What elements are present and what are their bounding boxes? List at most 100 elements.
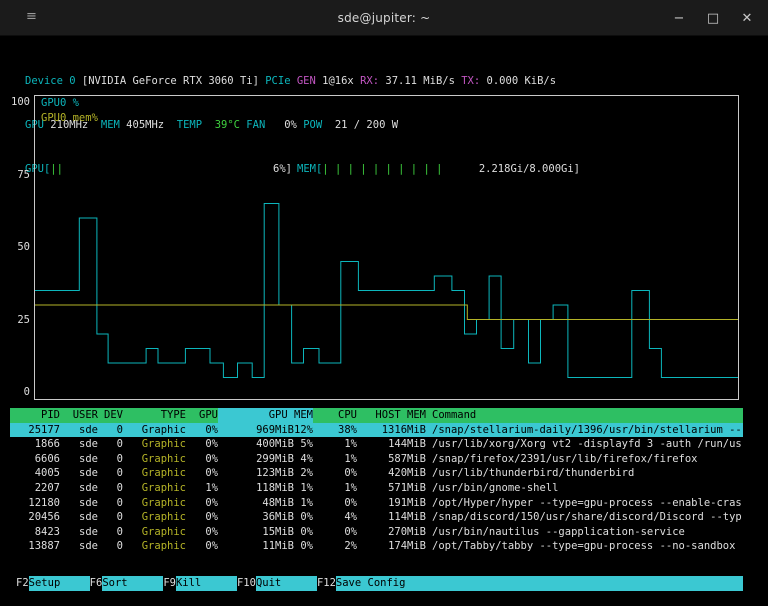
cell-dev: 0 — [98, 437, 123, 452]
cell-gpu-mem: 299MiB — [218, 452, 294, 467]
cell-command: /snap/stellarium-daily/1396/usr/bin/stel… — [426, 423, 743, 438]
text-segment: [NVIDIA GeForce RTX 3060 Ti] — [82, 75, 265, 87]
cell-user: sde — [60, 452, 98, 467]
y-tick-label: 0 — [4, 385, 30, 400]
cell-type: Graphic — [123, 525, 186, 540]
fkey-f6[interactable]: F6Sort — [90, 576, 164, 591]
cell-mem-pct: 0% — [294, 539, 313, 554]
header-host-mem: HOST MEM — [357, 408, 426, 423]
cell-mem-pct: 1% — [294, 496, 313, 511]
process-row[interactable]: 20456sde0Graphic0%36MiB0%4%114MiB/snap/d… — [10, 510, 743, 525]
maximize-button[interactable]: □ — [706, 11, 720, 26]
fkey-action-label: Quit — [256, 576, 317, 591]
text-segment: 37.11 MiB/s — [385, 75, 461, 87]
header-type: TYPE — [123, 408, 186, 423]
cell-gpu-mem: 48MiB — [218, 496, 294, 511]
cell-gpu-mem: 11MiB — [218, 539, 294, 554]
close-button[interactable]: ✕ — [740, 11, 754, 26]
cell-type: Graphic — [123, 466, 186, 481]
process-row[interactable]: 6606sde0Graphic0%299MiB4%1%587MiB/snap/f… — [10, 452, 743, 467]
cell-mem-pct: 1% — [294, 481, 313, 496]
cell-dev: 0 — [98, 525, 123, 540]
fkey-label: F9 — [163, 576, 176, 591]
function-key-bar: F2SetupF6SortF9KillF10QuitF12Save Config — [16, 576, 743, 591]
cell-pid: 1866 — [10, 437, 60, 452]
cell-dev: 0 — [98, 496, 123, 511]
cell-host-mem: 587MiB — [357, 452, 426, 467]
cell-gpu: 0% — [186, 423, 218, 438]
cell-pid: 6606 — [10, 452, 60, 467]
cell-pid: 12180 — [10, 496, 60, 511]
cell-type: Graphic — [123, 437, 186, 452]
cell-gpu: 0% — [186, 525, 218, 540]
y-tick-label: 75 — [4, 168, 30, 183]
cell-dev: 0 — [98, 452, 123, 467]
fkey-label: F12 — [317, 576, 336, 591]
cell-gpu-mem: 123MiB — [218, 466, 294, 481]
minimize-button[interactable]: − — [672, 11, 686, 26]
cell-cpu: 4% — [313, 510, 357, 525]
cell-command: /usr/lib/xorg/Xorg vt2 -displayfd 3 -aut… — [426, 437, 743, 452]
cell-dev: 0 — [98, 539, 123, 554]
cell-cpu: 1% — [313, 437, 357, 452]
cell-user: sde — [60, 539, 98, 554]
cell-host-mem: 270MiB — [357, 525, 426, 540]
cell-pid: 2207 — [10, 481, 60, 496]
cell-type: Graphic — [123, 452, 186, 467]
terminal-screen: Device 0 [NVIDIA GeForce RTX 3060 Ti] PC… — [0, 36, 768, 606]
y-tick-label: 100 — [4, 95, 30, 110]
cell-user: sde — [60, 481, 98, 496]
cell-dev: 0 — [98, 481, 123, 496]
cell-gpu-mem: 36MiB — [218, 510, 294, 525]
fkey-f2[interactable]: F2Setup — [16, 576, 90, 591]
window-controls: − □ ✕ — [672, 0, 754, 36]
cell-cpu: 38% — [313, 423, 357, 438]
process-table: PIDUSERDEVTYPEGPUGPU MEMCPUHOST MEMComma… — [10, 408, 743, 554]
process-row[interactable]: 25177sde0Graphic0%969MiB12%38%1316MiB/sn… — [10, 423, 743, 438]
cell-mem-pct: 5% — [294, 437, 313, 452]
cell-gpu: 0% — [186, 539, 218, 554]
cell-command: /usr/bin/nautilus --gapplication-service — [426, 525, 743, 540]
device-info-line: Device 0 [NVIDIA GeForce RTX 3060 Ti] PC… — [25, 74, 580, 89]
cell-type: Graphic — [123, 496, 186, 511]
header-cpu: CPU — [313, 408, 357, 423]
cell-user: sde — [60, 510, 98, 525]
cell-pid: 4005 — [10, 466, 60, 481]
cell-mem-pct: 0% — [294, 510, 313, 525]
chart-series-cyan — [35, 204, 738, 378]
titlebar: ≡ sde@jupiter: ~ − □ ✕ — [0, 0, 768, 36]
cell-user: sde — [60, 496, 98, 511]
cell-type: Graphic — [123, 539, 186, 554]
cell-command: /opt/Hyper/hyper --type=gpu-process --en… — [426, 496, 743, 511]
text-segment: 0.000 KiB/s — [487, 75, 557, 87]
cell-mem-pct: 12% — [294, 423, 313, 438]
cell-command: /usr/bin/gnome-shell — [426, 481, 743, 496]
chart-legend: GPU0 %GPU0 mem% — [41, 96, 98, 125]
fkey-f10[interactable]: F10Quit — [237, 576, 317, 591]
legend-entry: GPU0 mem% — [41, 111, 98, 126]
cell-host-mem: 174MiB — [357, 539, 426, 554]
cell-host-mem: 191MiB — [357, 496, 426, 511]
process-row[interactable]: 13887sde0Graphic0%11MiB0%2%174MiB/opt/Ta… — [10, 539, 743, 554]
cell-cpu: 0% — [313, 496, 357, 511]
cell-command: /opt/Tabby/tabby --type=gpu-process --no… — [426, 539, 743, 554]
fkey-label: F2 — [16, 576, 29, 591]
fkey-f9[interactable]: F9Kill — [163, 576, 237, 591]
y-tick-label: 25 — [4, 313, 30, 328]
process-row[interactable]: 8423sde0Graphic0%15MiB0%0%270MiB/usr/bin… — [10, 525, 743, 540]
cell-gpu-mem: 15MiB — [218, 525, 294, 540]
cell-cpu: 1% — [313, 481, 357, 496]
fkey-f12[interactable]: F12Save Config — [317, 576, 743, 591]
cell-mem-pct: 0% — [294, 525, 313, 540]
menu-icon[interactable]: ≡ — [26, 9, 37, 24]
process-row[interactable]: 12180sde0Graphic0%48MiB1%0%191MiB/opt/Hy… — [10, 496, 743, 511]
chart-series-yellow — [35, 305, 738, 320]
cell-gpu: 0% — [186, 510, 218, 525]
text-segment: GEN — [297, 75, 322, 87]
header-user: USER — [60, 408, 98, 423]
process-row[interactable]: 4005sde0Graphic0%123MiB2%0%420MiB/usr/li… — [10, 466, 743, 481]
process-row[interactable]: 2207sde0Graphic1%118MiB1%1%571MiB/usr/bi… — [10, 481, 743, 496]
y-tick-label: 50 — [4, 240, 30, 255]
process-row[interactable]: 1866sde0Graphic0%400MiB5%1%144MiB/usr/li… — [10, 437, 743, 452]
cell-cpu: 0% — [313, 466, 357, 481]
